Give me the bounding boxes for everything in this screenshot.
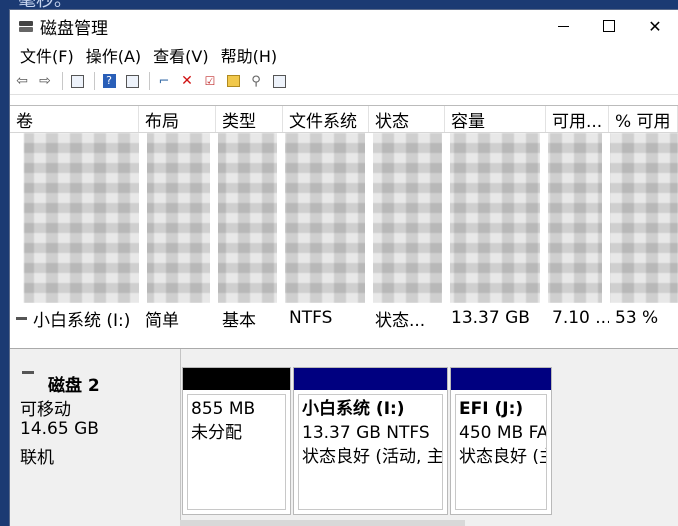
horizontal-scrollbar[interactable] <box>180 520 465 526</box>
primary-partition-bar <box>294 368 447 390</box>
properties-pane-button[interactable] <box>122 71 142 91</box>
toolbar-separator <box>62 72 63 90</box>
toolbar: ⇦ ⇨ ? ⌐ ✕ ☑ ⚲ <box>10 68 678 95</box>
primary-partition-bar <box>451 368 551 390</box>
col-header-filesystem[interactable]: 文件系统 <box>283 106 369 132</box>
connect-icon: ⌐ <box>158 73 170 89</box>
unallocated-bar <box>183 368 290 390</box>
partition-status: 状态良好 (主 <box>459 447 547 467</box>
title-bar: 磁盘管理 ✕ <box>10 10 678 42</box>
partition-title: 小白系统 (I:) <box>302 399 405 419</box>
menu-view[interactable]: 查看(V) <box>147 43 214 67</box>
options-button[interactable] <box>269 71 289 91</box>
col-header-volume[interactable]: 卷 <box>10 106 139 132</box>
back-button[interactable]: ⇦ <box>12 71 32 91</box>
partition-size: 450 MB FA <box>459 423 547 443</box>
options-icon <box>272 74 286 88</box>
cell-type: 基本 <box>222 310 256 331</box>
disk-management-icon <box>18 19 34 33</box>
forward-arrow-icon: ⇨ <box>39 73 51 89</box>
disk-kind: 可移动 <box>20 400 71 420</box>
partition-efi-j[interactable]: EFI (J:) 450 MB FA 状态良好 (主 <box>450 367 552 515</box>
partition-status: 未分配 <box>191 423 242 443</box>
check-button[interactable]: ☑ <box>200 71 220 91</box>
connect-button[interactable]: ⌐ <box>154 71 174 91</box>
delete-button[interactable]: ✕ <box>177 71 197 91</box>
cell-filesystem: NTFS <box>289 308 333 328</box>
search-icon: ⚲ <box>251 73 261 89</box>
help-button[interactable]: ? <box>99 71 119 91</box>
disk-state: 联机 <box>20 448 54 468</box>
checklist-icon: ☑ <box>204 74 216 88</box>
cell-capacity: 13.37 GB <box>451 308 530 328</box>
cell-percent-free: 53 % <box>615 308 659 328</box>
pixelated-region <box>10 133 678 303</box>
partition-size: 855 MB <box>191 399 256 419</box>
cell-free: 7.10 ... <box>552 308 609 328</box>
forward-button[interactable]: ⇨ <box>35 71 55 91</box>
menu-file[interactable]: 文件(F) <box>14 43 80 67</box>
col-header-layout[interactable]: 布局 <box>139 106 216 132</box>
col-header-capacity[interactable]: 容量 <box>445 106 546 132</box>
disk-size: 14.65 GB <box>20 419 99 439</box>
disk-name: 磁盘 2 <box>48 376 100 396</box>
cell-volume-name: 小白系统 (I:) <box>33 310 131 331</box>
toolbar-separator <box>149 72 150 90</box>
toolbar-separator <box>94 72 95 90</box>
menu-action[interactable]: 操作(A) <box>80 43 147 67</box>
close-icon: ✕ <box>648 16 662 36</box>
col-header-percent-free[interactable]: % 可用 <box>609 106 678 132</box>
table-row[interactable]: 小白系统 (I:) 简单 基本 NTFS 状态... 13.37 GB 7.10… <box>10 306 678 331</box>
folder-up-icon <box>226 75 240 87</box>
properties-icon <box>125 74 139 88</box>
maximize-button[interactable] <box>586 10 632 42</box>
disk-graphical-view: 磁盘 2 可移动 14.65 GB 联机 855 MB 未分配 小白系统 (I:… <box>10 348 678 526</box>
back-arrow-icon: ⇦ <box>16 73 28 89</box>
col-header-status[interactable]: 状态 <box>369 106 445 132</box>
console-tree-icon <box>70 74 84 88</box>
cell-layout: 简单 <box>145 310 179 331</box>
partition-system-i[interactable]: 小白系统 (I:) 13.37 GB NTFS 状态良好 (活动, 主 <box>293 367 448 515</box>
close-button[interactable]: ✕ <box>632 10 678 42</box>
partition-status: 状态良好 (活动, 主 <box>302 447 443 467</box>
help-icon: ? <box>102 74 116 88</box>
cell-status: 状态... <box>375 310 426 331</box>
partition-size: 13.37 GB NTFS <box>302 423 430 443</box>
col-header-type[interactable]: 类型 <box>216 106 283 132</box>
col-header-free[interactable]: 可用... <box>546 106 609 132</box>
volume-icon <box>16 317 27 320</box>
show-hide-console-button[interactable] <box>67 71 87 91</box>
disk-icon <box>22 371 34 374</box>
delete-icon: ✕ <box>181 73 193 89</box>
volume-list: 卷 布局 类型 文件系统 状态 容量 可用... % 可用 小白系统 (I:) … <box>10 105 678 348</box>
minimize-icon <box>557 25 569 27</box>
maximize-icon <box>603 20 615 32</box>
search-button[interactable]: ⚲ <box>246 71 266 91</box>
partition-unallocated[interactable]: 855 MB 未分配 <box>182 367 291 515</box>
partition-title: EFI (J:) <box>459 399 524 419</box>
window-title: 磁盘管理 <box>40 18 108 39</box>
menu-bar: 文件(F) 操作(A) 查看(V) 帮助(H) <box>10 42 678 68</box>
minimize-button[interactable] <box>540 10 586 42</box>
redacted-volume-rows <box>10 133 678 303</box>
volume-list-header: 卷 布局 类型 文件系统 状态 容量 可用... % 可用 <box>10 106 678 133</box>
disk-info-panel[interactable]: 磁盘 2 可移动 14.65 GB 联机 <box>10 349 181 526</box>
menu-help[interactable]: 帮助(H) <box>215 43 284 67</box>
disk-management-window: 磁盘管理 ✕ 文件(F) 操作(A) 查看(V) 帮助(H) ⇦ ⇨ ? ⌐ ✕… <box>10 10 678 526</box>
up-folder-button[interactable] <box>223 71 243 91</box>
